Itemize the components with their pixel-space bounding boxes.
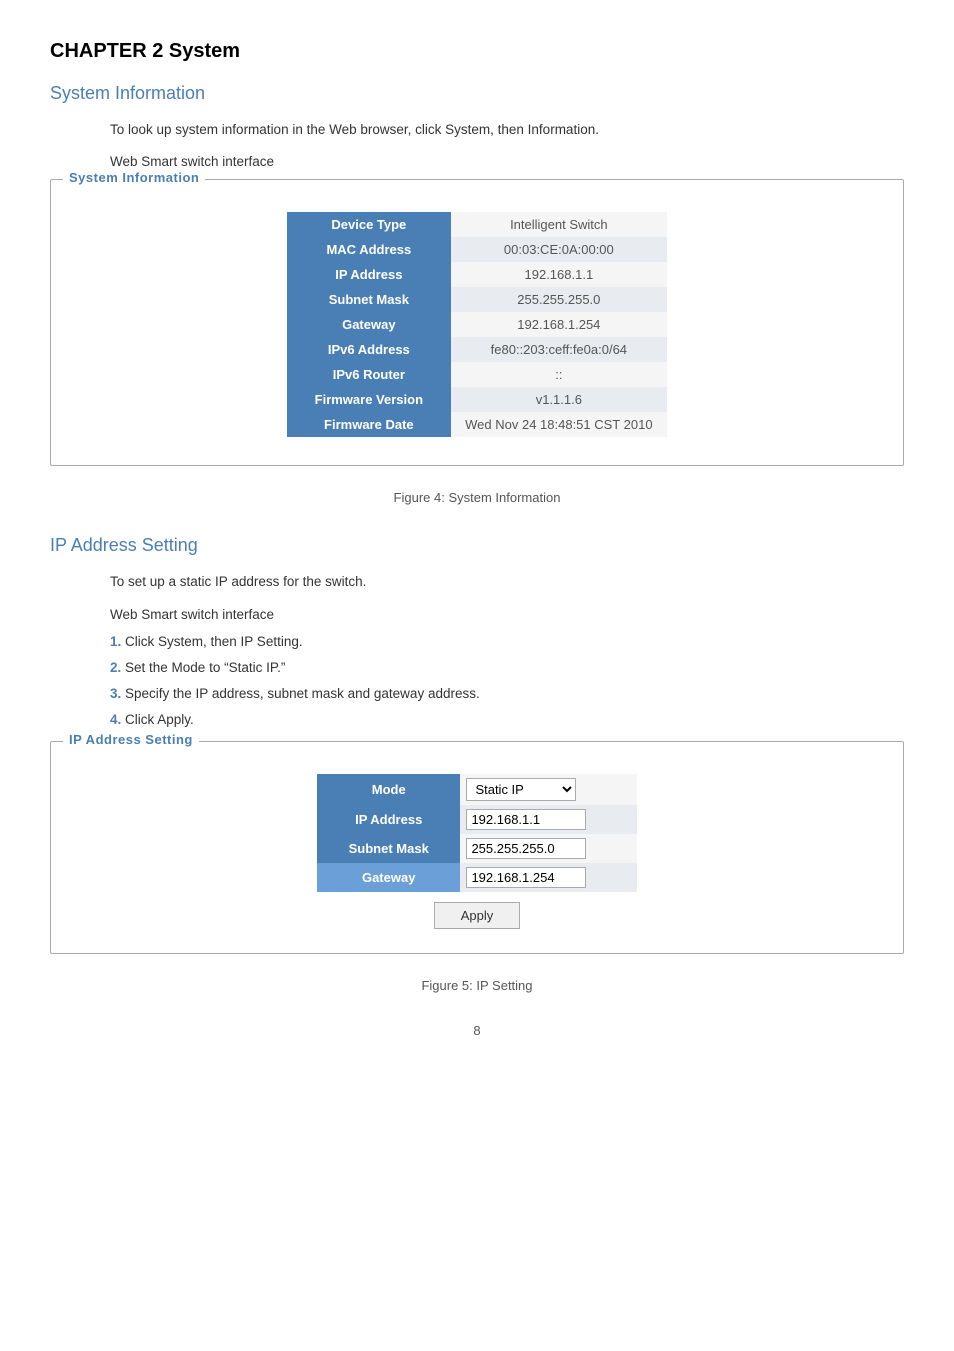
system-info-heading: System Information xyxy=(50,83,904,104)
table-row: Mode Static IP xyxy=(317,774,637,805)
ip-address-description: To set up a static IP address for the sw… xyxy=(110,572,904,592)
ip-setting-table: Mode Static IP IP AddressSubnet MaskGatewa… xyxy=(317,774,637,892)
system-info-panel-title: System Information xyxy=(63,170,205,185)
sys-info-value: :: xyxy=(451,362,667,387)
table-row: IP Address192.168.1.1 xyxy=(287,262,667,287)
table-row: Gateway xyxy=(317,863,637,892)
step-text: Click Apply. xyxy=(125,712,194,727)
step-number: 2. xyxy=(110,660,125,675)
figure4-caption: Figure 4: System Information xyxy=(50,490,904,505)
ip-setting-label: IP Address xyxy=(317,805,460,834)
ip-address-panel: IP Address Setting ModeStatic IPIP Addre… xyxy=(50,741,904,954)
ip-address-heading: IP Address Setting xyxy=(50,535,904,556)
sys-info-label: IPv6 Router xyxy=(287,362,451,387)
gateway-input[interactable] xyxy=(466,867,586,888)
ip-setting-label: Mode xyxy=(317,774,460,805)
sys-info-value: 192.168.1.254 xyxy=(451,312,667,337)
sys-info-label: Subnet Mask xyxy=(287,287,451,312)
sys-info-label: Firmware Version xyxy=(287,387,451,412)
table-row: MAC Address00:03:CE:0A:00:00 xyxy=(287,237,667,262)
subnet-mask-input[interactable] xyxy=(466,838,586,859)
system-info-table: Device TypeIntelligent SwitchMAC Address… xyxy=(287,212,667,437)
step-number: 1. xyxy=(110,634,125,649)
ip-address-input[interactable] xyxy=(466,809,586,830)
table-row: Device TypeIntelligent Switch xyxy=(287,212,667,237)
table-row: IP Address xyxy=(317,805,637,834)
table-row: IPv6 Router:: xyxy=(287,362,667,387)
apply-button[interactable]: Apply xyxy=(434,902,521,929)
step-item: 4. Click Apply. xyxy=(110,710,904,730)
ip-address-panel-title: IP Address Setting xyxy=(63,732,199,747)
page-number: 8 xyxy=(50,1023,904,1038)
ip-setting-label: Subnet Mask xyxy=(317,834,460,863)
chapter-title: CHAPTER 2 System xyxy=(50,40,904,63)
sys-info-value: fe80::203:ceff:fe0a:0/64 xyxy=(451,337,667,362)
sys-info-label: MAC Address xyxy=(287,237,451,262)
sys-info-value: 255.255.255.0 xyxy=(451,287,667,312)
table-row: Subnet Mask255.255.255.0 xyxy=(287,287,667,312)
figure5-caption: Figure 5: IP Setting xyxy=(50,978,904,993)
step-text: Set the Mode to “Static IP.” xyxy=(125,660,285,675)
sys-info-label: IP Address xyxy=(287,262,451,287)
sys-info-label: Gateway xyxy=(287,312,451,337)
system-info-description: To look up system information in the Web… xyxy=(110,120,904,140)
sys-info-value: 00:03:CE:0A:00:00 xyxy=(451,237,667,262)
system-info-interface-label: Web Smart switch interface xyxy=(110,154,904,169)
step-item: 2. Set the Mode to “Static IP.” xyxy=(110,658,904,678)
table-row: IPv6 Addressfe80::203:ceff:fe0a:0/64 xyxy=(287,337,667,362)
mode-select[interactable]: Static IP xyxy=(466,778,576,801)
sys-info-label: IPv6 Address xyxy=(287,337,451,362)
table-row: Firmware Versionv1.1.1.6 xyxy=(287,387,667,412)
sys-info-value: Wed Nov 24 18:48:51 CST 2010 xyxy=(451,412,667,437)
sys-info-value: 192.168.1.1 xyxy=(451,262,667,287)
system-info-panel: System Information Device TypeIntelligen… xyxy=(50,179,904,466)
table-row: Subnet Mask xyxy=(317,834,637,863)
step-text: Click System, then IP Setting. xyxy=(125,634,303,649)
ip-address-interface-label: Web Smart switch interface xyxy=(110,607,904,622)
sys-info-label: Device Type xyxy=(287,212,451,237)
table-row: Firmware DateWed Nov 24 18:48:51 CST 201… xyxy=(287,412,667,437)
sys-info-label: Firmware Date xyxy=(287,412,451,437)
ip-address-steps: 1. Click System, then IP Setting.2. Set … xyxy=(110,632,904,731)
table-row: Gateway192.168.1.254 xyxy=(287,312,667,337)
step-number: 3. xyxy=(110,686,125,701)
step-text: Specify the IP address, subnet mask and … xyxy=(125,686,480,701)
ip-setting-label: Gateway xyxy=(317,863,460,892)
sys-info-value: v1.1.1.6 xyxy=(451,387,667,412)
step-item: 1. Click System, then IP Setting. xyxy=(110,632,904,652)
step-item: 3. Specify the IP address, subnet mask a… xyxy=(110,684,904,704)
sys-info-value: Intelligent Switch xyxy=(451,212,667,237)
step-number: 4. xyxy=(110,712,125,727)
